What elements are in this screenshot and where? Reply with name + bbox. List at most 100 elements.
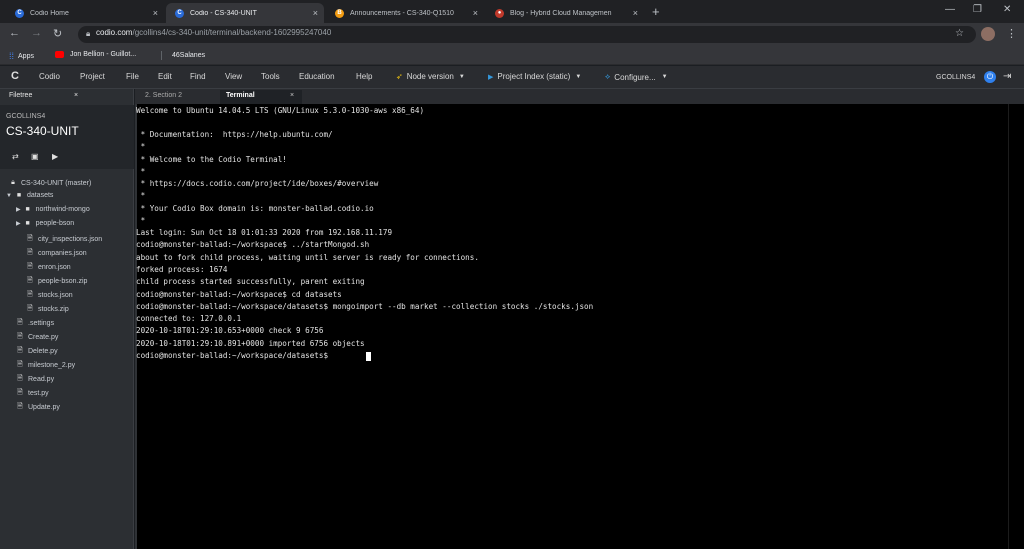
terminal-scrollbar[interactable] xyxy=(1008,104,1024,549)
bookmark-jon-bellion[interactable]: Jon Bellion - Guillot... xyxy=(55,51,136,58)
file-icon: 🗎︎ xyxy=(17,361,23,368)
url-host: codio.com xyxy=(96,28,133,37)
close-tab-icon[interactable]: × xyxy=(290,92,294,99)
tree-item-delete[interactable]: 🗎︎ Delete.py xyxy=(16,346,58,357)
tree-item-read[interactable]: 🗎︎ Read.py xyxy=(16,374,54,385)
codio-favicon-icon: C xyxy=(175,8,184,18)
tree-item-label: northwind-mongo xyxy=(35,206,90,213)
configure-label: Configure... xyxy=(614,72,656,82)
filetree-tab-label: Filetree xyxy=(9,92,33,99)
close-tab-icon[interactable]: × xyxy=(74,92,78,99)
file-icon: 🗎︎ xyxy=(17,319,23,326)
announcements-favicon-icon: B xyxy=(335,8,344,18)
browser-tab-announcements[interactable]: B Announcements - CS-340-Q1510 × xyxy=(326,3,484,23)
configure-button[interactable]: ⟡ Configure... ▼ xyxy=(605,72,668,82)
url-text[interactable]: codio.com/gcollins4/cs-340-unit/terminal… xyxy=(96,28,331,37)
tree-item-companies[interactable]: 🗎︎ companies.json xyxy=(26,248,86,259)
bookmark-star-icon[interactable]: ☆ xyxy=(955,28,964,39)
node-version-button[interactable]: ➶ Node version ▼ xyxy=(396,72,465,81)
tab-label: 2. Section 2 xyxy=(145,92,182,99)
back-icon[interactable]: ← xyxy=(9,27,20,39)
terminal-line: child process started successfully, pare… xyxy=(136,277,365,286)
filetree-tab[interactable]: Filetree × xyxy=(4,90,84,105)
tree-item-create[interactable]: 🗎︎ Create.py xyxy=(16,332,58,343)
menu-view[interactable]: View xyxy=(225,72,242,81)
tree-item-label: test.py xyxy=(28,390,49,397)
run-icon[interactable]: ▶ xyxy=(52,152,58,161)
close-tab-icon[interactable]: × xyxy=(153,8,158,18)
tree-item-people-bson-zip[interactable]: 🗎︎ people-bson.zip xyxy=(26,276,87,287)
bookmark-salanes[interactable]: 46Salanes xyxy=(161,51,205,60)
browser-tab-blog[interactable]: ● Blog - Hybrid Cloud Managemen × xyxy=(486,3,644,23)
username[interactable]: GCOLLINS4 xyxy=(936,74,975,81)
reload-icon[interactable]: ↻ xyxy=(53,27,62,40)
tree-item-milestone[interactable]: 🗎︎ milestone_2.py xyxy=(16,360,75,371)
forward-icon[interactable]: → xyxy=(31,27,42,39)
browser-menu-icon[interactable]: ⋮ xyxy=(1006,27,1017,40)
browser-tab-codio-home[interactable]: C Codio Home × xyxy=(6,3,164,23)
terminal-cursor xyxy=(366,352,371,361)
browser-tab-codio-unit[interactable]: C Codio - CS-340-UNIT × xyxy=(166,3,324,23)
tree-item-enron[interactable]: 🗎︎ enron.json xyxy=(26,262,71,273)
refresh-icon[interactable]: ⇄ xyxy=(12,152,19,161)
power-icon[interactable]: ⏻ xyxy=(984,71,996,83)
maximize-icon[interactable]: ❐ xyxy=(973,4,982,15)
terminal-line: * xyxy=(136,167,146,176)
menu-file[interactable]: File xyxy=(126,72,139,81)
preview-icon[interactable]: ▣ xyxy=(31,152,39,161)
tab-section-2[interactable]: 2. Section 2 xyxy=(139,90,219,104)
terminal-line: Last login: Sun Oct 18 01:01:33 2020 fro… xyxy=(136,228,393,237)
tree-item-city-inspections[interactable]: 🗎︎ city_inspections.json xyxy=(26,234,102,245)
menu-edit[interactable]: Edit xyxy=(158,72,172,81)
tree-item-northwind-mongo[interactable]: ▶ ■ northwind-mongo xyxy=(16,206,90,213)
tab-title: Blog - Hybrid Cloud Managemen xyxy=(510,9,612,17)
tab-terminal[interactable]: Terminal × xyxy=(220,90,302,104)
minimize-icon[interactable]: — xyxy=(945,4,955,15)
menu-help[interactable]: Help xyxy=(356,72,372,81)
terminal-line: 2020-10-18T01:29:10.653+0000 check 9 675… xyxy=(136,326,324,335)
blog-favicon-icon: ● xyxy=(495,8,504,18)
tree-item-datasets[interactable]: ▼ ■ datasets xyxy=(6,192,53,199)
menu-tools[interactable]: Tools xyxy=(261,72,280,81)
close-tab-icon[interactable]: × xyxy=(473,8,478,18)
tree-item-label: Read.py xyxy=(28,376,55,383)
tree-root-label: CS-340-UNIT (master) xyxy=(21,179,92,187)
terminal-line: * xyxy=(136,216,146,225)
codio-logo-icon[interactable]: C xyxy=(11,70,19,82)
tree-item-settings[interactable]: 🗎︎ .settings xyxy=(16,318,54,329)
tree-item-label: stocks.zip xyxy=(38,306,69,313)
tree-item-label: datasets xyxy=(26,192,54,199)
close-window-icon[interactable]: ✕ xyxy=(1003,4,1011,15)
menu-project[interactable]: Project xyxy=(80,72,105,81)
close-tab-icon[interactable]: × xyxy=(633,8,638,18)
avatar[interactable] xyxy=(981,27,995,41)
terminal-prompt: codio@monster-ballad:~/workspace/dataset… xyxy=(136,351,333,360)
menu-find[interactable]: Find xyxy=(190,72,206,81)
bookmark-apps[interactable]: ⁞⁞ Apps xyxy=(9,51,34,61)
play-icon: ▶ xyxy=(488,73,494,81)
tree-item-label: stocks.json xyxy=(38,292,73,299)
tree-item-stocks-json[interactable]: 🗎︎ stocks.json xyxy=(26,290,73,301)
file-icon: 🗎︎ xyxy=(27,291,33,298)
tree-item-people-bson[interactable]: ▶ ■ people-bson xyxy=(16,220,74,227)
logout-icon[interactable]: ⇥ xyxy=(1003,71,1011,82)
tree-item-label: city_inspections.json xyxy=(38,236,103,243)
menu-codio[interactable]: Codio xyxy=(39,72,60,81)
tab-title: Codio Home xyxy=(30,9,69,17)
bookmark-separator xyxy=(161,51,162,60)
close-tab-icon[interactable]: × xyxy=(313,8,318,18)
tree-item-stocks-zip[interactable]: 🗎︎ stocks.zip xyxy=(26,304,69,315)
lock-icon: 🔒︎ xyxy=(86,29,91,38)
tree-item-update[interactable]: 🗎︎ Update.py xyxy=(16,402,60,413)
screen: C Codio Home × C Codio - CS-340-UNIT × B… xyxy=(0,0,1024,549)
file-icon: 🗎︎ xyxy=(17,389,23,396)
tree-item-label: Delete.py xyxy=(28,348,58,355)
project-index-button[interactable]: ▶ Project Index (static) ▼ xyxy=(488,72,581,81)
tab-title: Announcements - CS-340-Q1510 xyxy=(350,9,454,17)
tree-root[interactable]: 🔒︎ CS-340-UNIT (master) xyxy=(9,179,91,187)
tree-item-test[interactable]: 🗎︎ test.py xyxy=(16,388,49,399)
new-tab-button[interactable]: + xyxy=(652,4,660,19)
menu-education[interactable]: Education xyxy=(299,72,335,81)
caret-down-icon: ▼ xyxy=(6,192,12,199)
file-icon: 🗎︎ xyxy=(17,403,23,410)
